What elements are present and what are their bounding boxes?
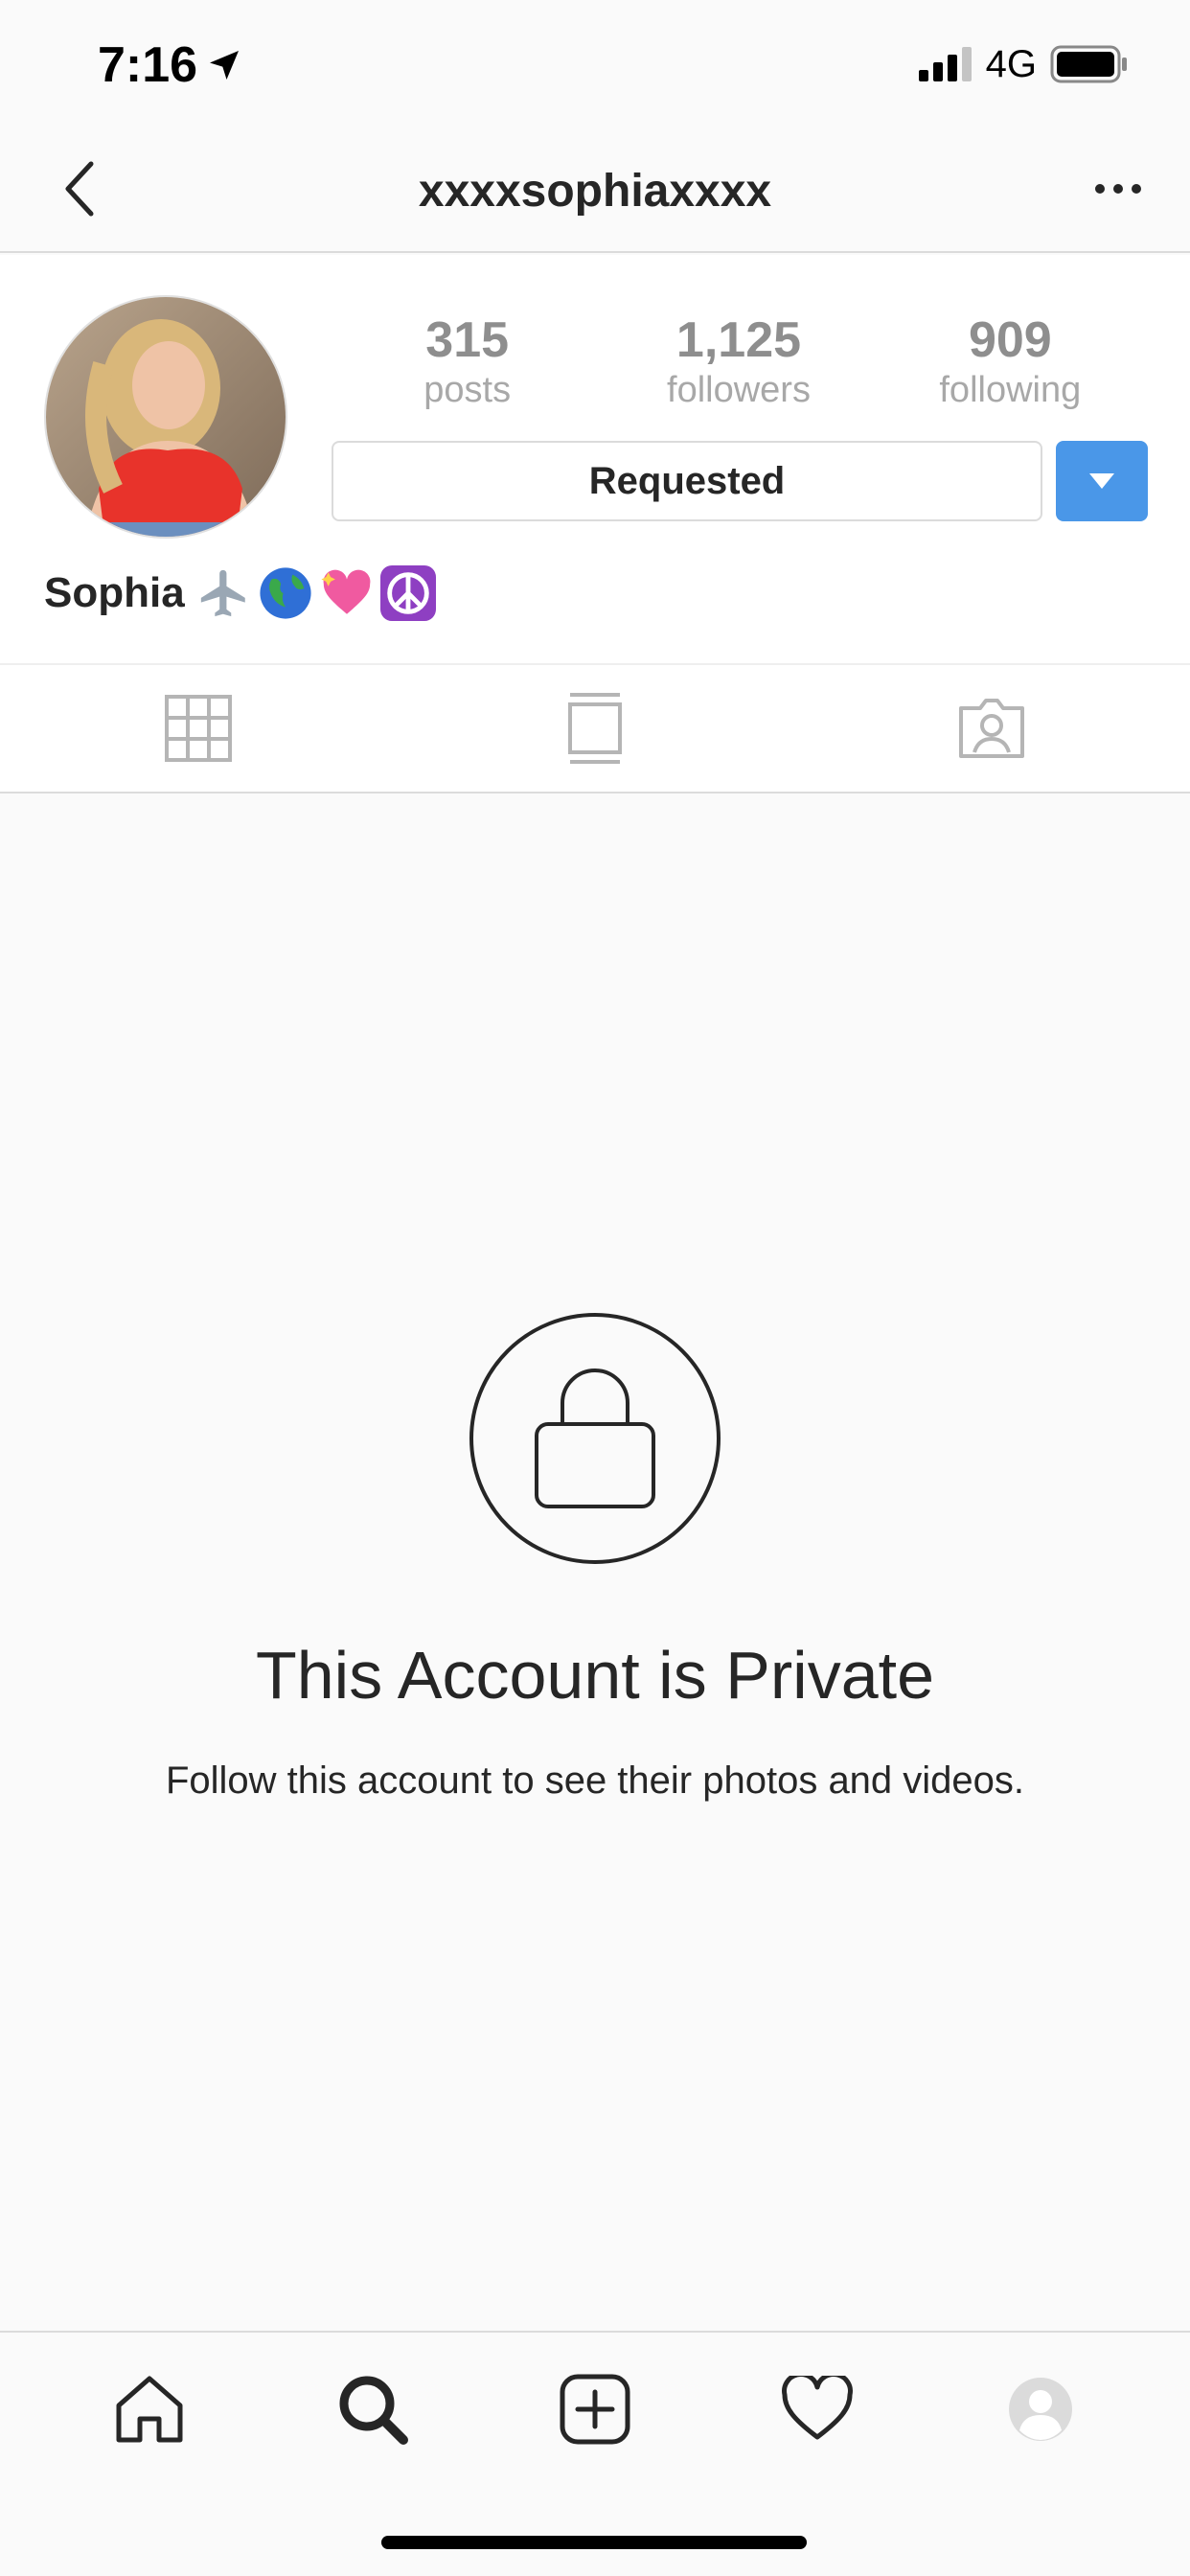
status-time: 7:16 <box>98 37 198 93</box>
grid-icon <box>165 695 232 762</box>
more-horizontal-icon <box>1095 184 1141 194</box>
stat-posts[interactable]: 315 posts <box>332 312 603 418</box>
stat-count: 1,125 <box>675 312 802 368</box>
tab-feed[interactable] <box>397 665 793 792</box>
nav-activity[interactable] <box>765 2357 870 2462</box>
stat-label: followers <box>667 370 811 410</box>
airplane-icon <box>200 569 245 617</box>
header-username: xxxxsophiaxxxx <box>418 166 772 217</box>
profile-header: xxxxsophiaxxxx <box>0 126 1190 253</box>
profile-tabs <box>0 663 1190 794</box>
nav-new-post[interactable] <box>542 2357 648 2462</box>
search-icon <box>339 2376 408 2445</box>
tagged-icon <box>959 699 1024 758</box>
stat-followers[interactable]: 1,125 followers <box>603 312 874 418</box>
stat-count: 909 <box>968 312 1052 368</box>
stat-following[interactable]: 909 following <box>875 312 1146 418</box>
profile-avatar[interactable] <box>44 295 287 539</box>
network-label: 4G <box>985 42 1037 85</box>
status-bar: 7:16 4G <box>0 0 1190 126</box>
private-subtitle: Follow this account to see their photos … <box>165 1760 1025 1802</box>
nav-profile[interactable] <box>988 2357 1093 2462</box>
peace-symbol-icon <box>379 565 436 621</box>
display-name-row: Sophia <box>44 565 436 621</box>
profile-stats: 315 posts 1,125 followers 909 following <box>332 312 1146 418</box>
new-post-icon <box>560 2374 630 2445</box>
private-account-notice: This Account is Private Follow this acco… <box>0 794 1190 2331</box>
profile-avatar-icon <box>1008 2378 1072 2441</box>
caret-down-icon <box>1089 473 1114 489</box>
profile-section: 315 posts 1,125 followers 909 following … <box>0 255 1190 663</box>
display-name: Sophia <box>44 569 185 616</box>
signal-icon <box>918 47 972 81</box>
home-icon <box>116 2376 183 2443</box>
status-indicators: 4G <box>918 40 1129 88</box>
lock-icon <box>469 1313 721 1564</box>
avatar-photo <box>46 297 286 537</box>
bio-emojis <box>196 565 436 621</box>
bottom-navigation <box>0 2331 1190 2576</box>
battery-icon <box>1050 45 1127 83</box>
tab-tagged[interactable] <box>793 665 1190 792</box>
more-options-button[interactable] <box>1085 165 1152 213</box>
location-arrow-icon <box>210 51 240 80</box>
feed-icon <box>568 693 622 764</box>
stat-label: following <box>939 370 1082 410</box>
heart-icon <box>782 2376 854 2440</box>
sparkling-heart-icon <box>321 569 371 614</box>
nav-search[interactable] <box>320 2357 425 2462</box>
requested-button[interactable]: Requested <box>332 441 1042 521</box>
globe-icon <box>260 567 311 619</box>
home-indicator <box>381 2536 807 2549</box>
suggestions-dropdown-button[interactable] <box>1056 441 1148 521</box>
nav-home[interactable] <box>97 2357 202 2462</box>
private-title: This Account is Private <box>255 1638 935 1713</box>
stat-count: 315 <box>425 312 510 368</box>
tab-grid[interactable] <box>0 665 397 792</box>
stat-label: posts <box>423 370 512 410</box>
status-time-group: 7:16 <box>98 36 243 94</box>
